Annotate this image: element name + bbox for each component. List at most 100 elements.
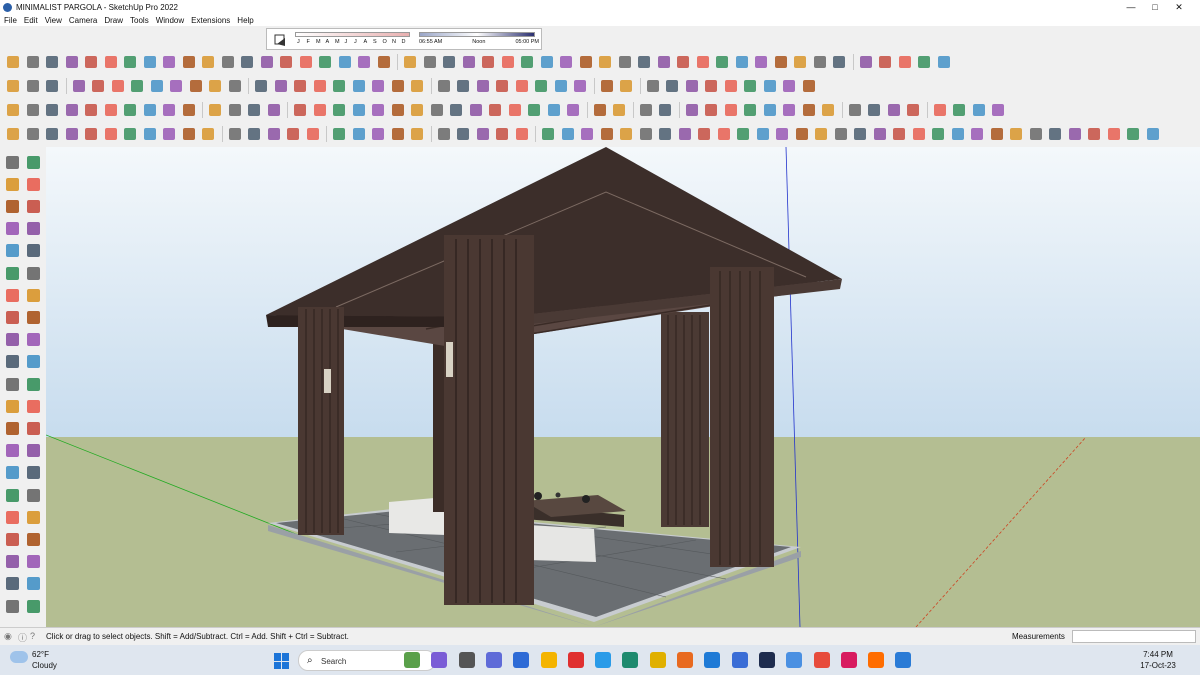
toolbar-tool-icon[interactable] bbox=[663, 77, 681, 95]
toolbar-tool-icon[interactable] bbox=[559, 125, 577, 143]
drawing-tool-icon[interactable] bbox=[3, 397, 21, 415]
toolbar-tool-icon[interactable] bbox=[1007, 125, 1025, 143]
toolbar-tool-icon[interactable] bbox=[702, 77, 720, 95]
toolbar-tool-icon[interactable] bbox=[375, 53, 393, 71]
toolbar-tool-icon[interactable] bbox=[577, 53, 595, 71]
toolbar-tool-icon[interactable] bbox=[428, 101, 446, 119]
close-button[interactable]: ✕ bbox=[1156, 0, 1200, 14]
toolbar-tool-icon[interactable] bbox=[330, 125, 348, 143]
toolbar-tool-icon[interactable] bbox=[722, 77, 740, 95]
shadow-toggle-icon[interactable] bbox=[273, 33, 287, 47]
toolbar-tool-icon[interactable] bbox=[141, 101, 159, 119]
drawing-tool-icon[interactable] bbox=[24, 286, 42, 304]
toolbar-tool-icon[interactable] bbox=[311, 101, 329, 119]
toolbar-tool-icon[interactable] bbox=[435, 125, 453, 143]
help-icon[interactable]: ? bbox=[30, 631, 35, 641]
menu-window[interactable]: Window bbox=[156, 16, 184, 25]
drawing-tool-icon[interactable] bbox=[3, 197, 21, 215]
taskbar-app-icon[interactable] bbox=[813, 652, 830, 668]
taskbar-app-icon[interactable] bbox=[677, 652, 693, 668]
toolbar-tool-icon[interactable] bbox=[800, 77, 818, 95]
toolbar-tool-icon[interactable] bbox=[24, 53, 42, 71]
taskbar-app-icon[interactable] bbox=[622, 652, 639, 668]
toolbar-tool-icon[interactable] bbox=[773, 125, 791, 143]
toolbar-tool-icon[interactable] bbox=[355, 53, 373, 71]
toolbar-tool-icon[interactable] bbox=[846, 101, 864, 119]
toolbar-tool-icon[interactable] bbox=[245, 125, 263, 143]
toolbar-tool-icon[interactable] bbox=[1085, 125, 1103, 143]
toolbar-tool-icon[interactable] bbox=[167, 77, 185, 95]
toolbar-tool-icon[interactable] bbox=[24, 77, 42, 95]
toolbar-tool-icon[interactable] bbox=[931, 101, 949, 119]
toolbar-tool-icon[interactable] bbox=[683, 77, 701, 95]
toolbar-tool-icon[interactable] bbox=[493, 125, 511, 143]
toolbar-tool-icon[interactable] bbox=[780, 101, 798, 119]
toolbar-tool-icon[interactable] bbox=[43, 77, 61, 95]
drawing-tool-icon[interactable] bbox=[24, 175, 42, 193]
toolbar-tool-icon[interactable] bbox=[421, 53, 439, 71]
toolbar-tool-icon[interactable] bbox=[578, 125, 596, 143]
toolbar-tool-icon[interactable] bbox=[304, 125, 322, 143]
menu-tools[interactable]: Tools bbox=[130, 16, 149, 25]
toolbar-tool-icon[interactable] bbox=[447, 101, 465, 119]
menu-edit[interactable]: Edit bbox=[24, 16, 38, 25]
measurements-input[interactable] bbox=[1072, 630, 1196, 643]
toolbar-tool-icon[interactable] bbox=[722, 101, 740, 119]
toolbar-tool-icon[interactable] bbox=[819, 101, 837, 119]
drawing-tool-icon[interactable] bbox=[24, 153, 42, 171]
drawing-tool-icon[interactable] bbox=[24, 331, 42, 349]
drawing-tool-icon[interactable] bbox=[3, 175, 21, 193]
toolbar-tool-icon[interactable] bbox=[617, 77, 635, 95]
toolbar-tool-icon[interactable] bbox=[871, 125, 889, 143]
toolbar-tool-icon[interactable] bbox=[369, 77, 387, 95]
toolbar-tool-icon[interactable] bbox=[637, 125, 655, 143]
toolbar-tool-icon[interactable] bbox=[910, 125, 928, 143]
toolbar-tool-icon[interactable] bbox=[474, 125, 492, 143]
toolbar-tool-icon[interactable] bbox=[506, 101, 524, 119]
toolbar-tool-icon[interactable] bbox=[830, 53, 848, 71]
toolbar-tool-icon[interactable] bbox=[896, 53, 914, 71]
drawing-tool-icon[interactable] bbox=[3, 553, 21, 571]
toolbar-tool-icon[interactable] bbox=[754, 125, 772, 143]
drawing-tool-icon[interactable] bbox=[24, 442, 42, 460]
taskbar-app-icon[interactable] bbox=[567, 652, 584, 668]
taskbar-app-icon[interactable] bbox=[758, 652, 775, 668]
toolbar-tool-icon[interactable] bbox=[532, 77, 550, 95]
toolbar-tool-icon[interactable] bbox=[219, 53, 237, 71]
toolbar-tool-icon[interactable] bbox=[336, 53, 354, 71]
toolbar-tool-icon[interactable] bbox=[401, 53, 419, 71]
toolbar-tool-icon[interactable] bbox=[252, 77, 270, 95]
toolbar-tool-icon[interactable] bbox=[904, 101, 922, 119]
toolbar-tool-icon[interactable] bbox=[43, 125, 61, 143]
toolbar-tool-icon[interactable] bbox=[160, 125, 178, 143]
toolbar-tool-icon[interactable] bbox=[695, 125, 713, 143]
toolbar-tool-icon[interactable] bbox=[694, 53, 712, 71]
toolbar-tool-icon[interactable] bbox=[199, 53, 217, 71]
toolbar-tool-icon[interactable] bbox=[885, 101, 903, 119]
toolbar-tool-icon[interactable] bbox=[350, 125, 368, 143]
toolbar-tool-icon[interactable] bbox=[1105, 125, 1123, 143]
toolbar-tool-icon[interactable] bbox=[265, 101, 283, 119]
toolbar-tool-icon[interactable] bbox=[876, 53, 894, 71]
toolbar-tool-icon[interactable] bbox=[655, 53, 673, 71]
drawing-tool-icon[interactable] bbox=[24, 242, 42, 260]
toolbar-tool-icon[interactable] bbox=[598, 125, 616, 143]
toolbar-tool-icon[interactable] bbox=[637, 101, 655, 119]
toolbar-tool-icon[interactable] bbox=[800, 101, 818, 119]
toolbar-tool-icon[interactable] bbox=[4, 125, 22, 143]
time-slider[interactable] bbox=[419, 32, 535, 37]
drawing-tool-icon[interactable] bbox=[24, 375, 42, 393]
toolbar-tool-icon[interactable] bbox=[141, 125, 159, 143]
toolbar-tool-icon[interactable] bbox=[970, 101, 988, 119]
toolbar-tool-icon[interactable] bbox=[63, 125, 81, 143]
toolbar-tool-icon[interactable] bbox=[389, 77, 407, 95]
toolbar-tool-icon[interactable] bbox=[571, 77, 589, 95]
toolbar-tool-icon[interactable] bbox=[82, 125, 100, 143]
taskbar-app-icon[interactable] bbox=[731, 652, 748, 668]
toolbar-tool-icon[interactable] bbox=[499, 53, 517, 71]
toolbar-tool-icon[interactable] bbox=[4, 77, 22, 95]
toolbar-tool-icon[interactable] bbox=[493, 77, 511, 95]
toolbar-tool-icon[interactable] bbox=[1027, 125, 1045, 143]
toolbar-tool-icon[interactable] bbox=[702, 101, 720, 119]
toolbar-tool-icon[interactable] bbox=[102, 53, 120, 71]
